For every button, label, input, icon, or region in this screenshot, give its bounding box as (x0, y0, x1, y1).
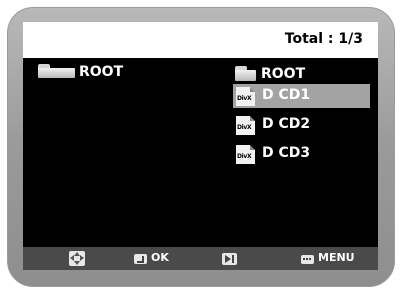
menu-icon[interactable] (301, 255, 314, 264)
menu-label[interactable]: MENU (318, 251, 355, 264)
folder-icon (38, 64, 75, 78)
divx-file-icon: DivX (236, 116, 255, 135)
folder-icon (235, 66, 256, 81)
total-count: Total : 1/3 (284, 31, 363, 47)
left-root-label[interactable]: ROOT (79, 64, 123, 80)
header-bar: Total : 1/3 (23, 22, 378, 58)
file-label: D CD2 (262, 116, 311, 132)
screen: Total : 1/3 ROOT ROOT DivX D CD1 DivX D … (23, 22, 378, 270)
file-label: D CD1 (262, 87, 311, 103)
file-label: D CD3 (262, 145, 311, 161)
file-item-d-cd1[interactable]: DivX D CD1 (233, 84, 370, 108)
button-guide-bar: OK MENU (23, 247, 378, 270)
play-skip-icon[interactable] (222, 253, 237, 265)
divx-file-icon: DivX (236, 87, 255, 106)
divx-file-icon: DivX (236, 145, 255, 164)
file-item-d-cd2[interactable]: DivX D CD2 (233, 113, 370, 137)
enter-icon[interactable] (134, 254, 147, 264)
file-item-d-cd3[interactable]: DivX D CD3 (233, 142, 370, 166)
right-root-label[interactable]: ROOT (261, 66, 305, 82)
navigation-arrows-icon[interactable] (69, 251, 85, 266)
ok-label[interactable]: OK (151, 251, 169, 264)
